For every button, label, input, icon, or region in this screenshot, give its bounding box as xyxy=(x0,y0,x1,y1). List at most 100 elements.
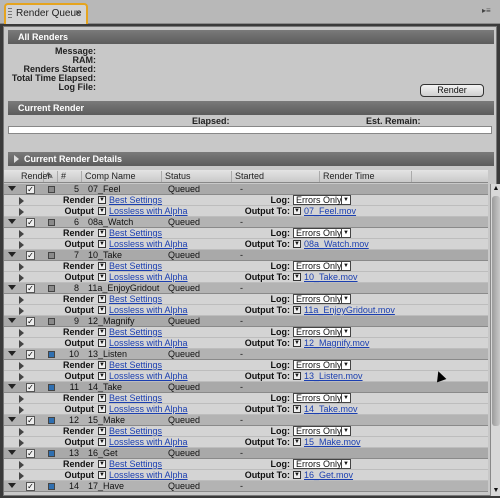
render-settings-link[interactable]: Best Settings xyxy=(109,228,162,238)
output-to-dropdown[interactable]: ▼ xyxy=(293,405,301,413)
render-checkbox[interactable]: ✓ xyxy=(26,218,35,227)
output-module-dropdown[interactable]: ▼ xyxy=(98,438,106,446)
render-settings-dropdown[interactable]: ▼ xyxy=(98,394,106,402)
output-to-link[interactable]: 11a_EnjoyGridout.mov xyxy=(304,305,395,315)
output-to-link[interactable]: 12_Magnify.mov xyxy=(304,338,369,348)
disclosure-triangle-icon[interactable] xyxy=(19,362,24,370)
disclosure-triangle-icon[interactable] xyxy=(19,197,24,205)
disclosure-triangle-icon[interactable] xyxy=(19,340,24,348)
label-color-swatch[interactable] xyxy=(48,219,55,226)
output-to-link[interactable]: 16_Get.mov xyxy=(304,470,353,480)
disclosure-triangle-icon[interactable] xyxy=(19,307,24,315)
expand-triangle-icon[interactable] xyxy=(8,219,16,224)
disclosure-triangle-icon[interactable] xyxy=(19,395,24,403)
log-select[interactable]: Errors Only ▼ xyxy=(293,294,351,304)
current-render-details-toggle[interactable]: Current Render Details xyxy=(8,152,494,166)
label-color-swatch[interactable] xyxy=(48,318,55,325)
render-settings-link[interactable]: Best Settings xyxy=(109,360,162,370)
render-settings-link[interactable]: Best Settings xyxy=(109,426,162,436)
output-to-dropdown[interactable]: ▼ xyxy=(293,339,301,347)
table-row[interactable]: ✓ 7 10_Take Queued - xyxy=(4,250,488,261)
column-render-time[interactable]: Render Time xyxy=(320,171,412,182)
output-to-link[interactable]: 08a_Watch.mov xyxy=(304,239,369,249)
disclosure-triangle-icon[interactable] xyxy=(19,274,24,282)
disclosure-triangle-icon[interactable] xyxy=(19,230,24,238)
render-checkbox[interactable]: ✓ xyxy=(26,317,35,326)
table-row[interactable]: ✓ 11 14_Take Queued - xyxy=(4,382,488,393)
label-color-swatch[interactable] xyxy=(48,384,55,391)
log-select[interactable]: Errors Only ▼ xyxy=(293,426,351,436)
render-settings-dropdown[interactable]: ▼ xyxy=(98,361,106,369)
column-label[interactable]: ✎ xyxy=(44,171,58,182)
disclosure-triangle-icon[interactable] xyxy=(19,428,24,436)
table-row[interactable]: ✓ 14 17_Have Queued - xyxy=(4,481,488,492)
output-module-dropdown[interactable]: ▼ xyxy=(98,207,106,215)
render-settings-dropdown[interactable]: ▼ xyxy=(98,328,106,336)
output-module-link[interactable]: Lossless with Alpha xyxy=(109,404,188,414)
output-to-link[interactable]: 14_Take.mov xyxy=(304,404,358,414)
label-color-swatch[interactable] xyxy=(48,483,55,490)
label-color-swatch[interactable] xyxy=(48,450,55,457)
output-to-dropdown[interactable]: ▼ xyxy=(293,273,301,281)
disclosure-triangle-icon[interactable] xyxy=(19,461,24,469)
table-row[interactable]: ✓ 6 08a_Watch Queued - xyxy=(4,217,488,228)
table-row[interactable]: ✓ 13 16_Get Queued - xyxy=(4,448,488,459)
disclosure-triangle-icon[interactable] xyxy=(19,241,24,249)
output-module-link[interactable]: Lossless with Alpha xyxy=(109,239,188,249)
disclosure-triangle-icon[interactable] xyxy=(19,373,24,381)
expand-triangle-icon[interactable] xyxy=(8,483,16,488)
column-render[interactable]: Render xyxy=(18,171,51,182)
render-settings-link[interactable]: Best Settings xyxy=(109,459,162,469)
label-color-swatch[interactable] xyxy=(48,417,55,424)
render-button[interactable]: Render xyxy=(420,84,484,97)
expand-triangle-icon[interactable] xyxy=(8,417,16,422)
render-settings-link[interactable]: Best Settings xyxy=(109,294,162,304)
label-color-swatch[interactable] xyxy=(48,186,55,193)
tab-render-queue[interactable]: Render Queue × xyxy=(4,3,88,24)
output-to-dropdown[interactable]: ▼ xyxy=(293,240,301,248)
expand-triangle-icon[interactable] xyxy=(14,155,19,163)
render-settings-dropdown[interactable]: ▼ xyxy=(98,427,106,435)
disclosure-triangle-icon[interactable] xyxy=(19,263,24,271)
render-settings-dropdown[interactable]: ▼ xyxy=(98,262,106,270)
output-module-link[interactable]: Lossless with Alpha xyxy=(109,305,188,315)
output-to-dropdown[interactable]: ▼ xyxy=(293,306,301,314)
render-settings-dropdown[interactable]: ▼ xyxy=(98,460,106,468)
disclosure-triangle-icon[interactable] xyxy=(19,472,24,480)
expand-triangle-icon[interactable] xyxy=(8,450,16,455)
output-module-link[interactable]: Lossless with Alpha xyxy=(109,272,188,282)
output-module-link[interactable]: Lossless with Alpha xyxy=(109,371,188,381)
output-module-dropdown[interactable]: ▼ xyxy=(98,339,106,347)
render-settings-link[interactable]: Best Settings xyxy=(109,327,162,337)
output-to-link[interactable]: 13_Listen.mov xyxy=(304,371,363,381)
label-color-swatch[interactable] xyxy=(48,285,55,292)
render-checkbox[interactable]: ✓ xyxy=(26,482,35,491)
label-color-swatch[interactable] xyxy=(48,351,55,358)
expand-triangle-icon[interactable] xyxy=(8,318,16,323)
table-row[interactable]: ✓ 9 12_Magnify Queued - xyxy=(4,316,488,327)
table-row[interactable]: ✓ 10 13_Listen Queued - xyxy=(4,349,488,360)
output-module-dropdown[interactable]: ▼ xyxy=(98,471,106,479)
expand-triangle-icon[interactable] xyxy=(8,186,16,191)
output-module-dropdown[interactable]: ▼ xyxy=(98,372,106,380)
expand-triangle-icon[interactable] xyxy=(8,252,16,257)
table-row[interactable]: ✓ 12 15_Make Queued - xyxy=(4,415,488,426)
render-settings-link[interactable]: Best Settings xyxy=(109,195,162,205)
log-select[interactable]: Errors Only ▼ xyxy=(293,195,351,205)
output-module-dropdown[interactable]: ▼ xyxy=(98,405,106,413)
render-checkbox[interactable]: ✓ xyxy=(26,185,35,194)
render-checkbox[interactable]: ✓ xyxy=(26,449,35,458)
render-checkbox[interactable]: ✓ xyxy=(26,251,35,260)
panel-menu-icon[interactable]: ▸≡ xyxy=(482,6,494,16)
expand-triangle-icon[interactable] xyxy=(8,384,16,389)
column-comp-name[interactable]: Comp Name xyxy=(82,171,162,182)
table-row[interactable]: ✓ 5 07_Feel Queued - xyxy=(4,184,488,195)
output-module-link[interactable]: Lossless with Alpha xyxy=(109,470,188,480)
output-to-dropdown[interactable]: ▼ xyxy=(293,207,301,215)
close-icon[interactable]: × xyxy=(75,8,81,19)
output-to-dropdown[interactable]: ▼ xyxy=(293,372,301,380)
disclosure-triangle-icon[interactable] xyxy=(19,406,24,414)
output-module-link[interactable]: Lossless with Alpha xyxy=(109,437,188,447)
disclosure-triangle-icon[interactable] xyxy=(19,208,24,216)
render-checkbox[interactable]: ✓ xyxy=(26,383,35,392)
